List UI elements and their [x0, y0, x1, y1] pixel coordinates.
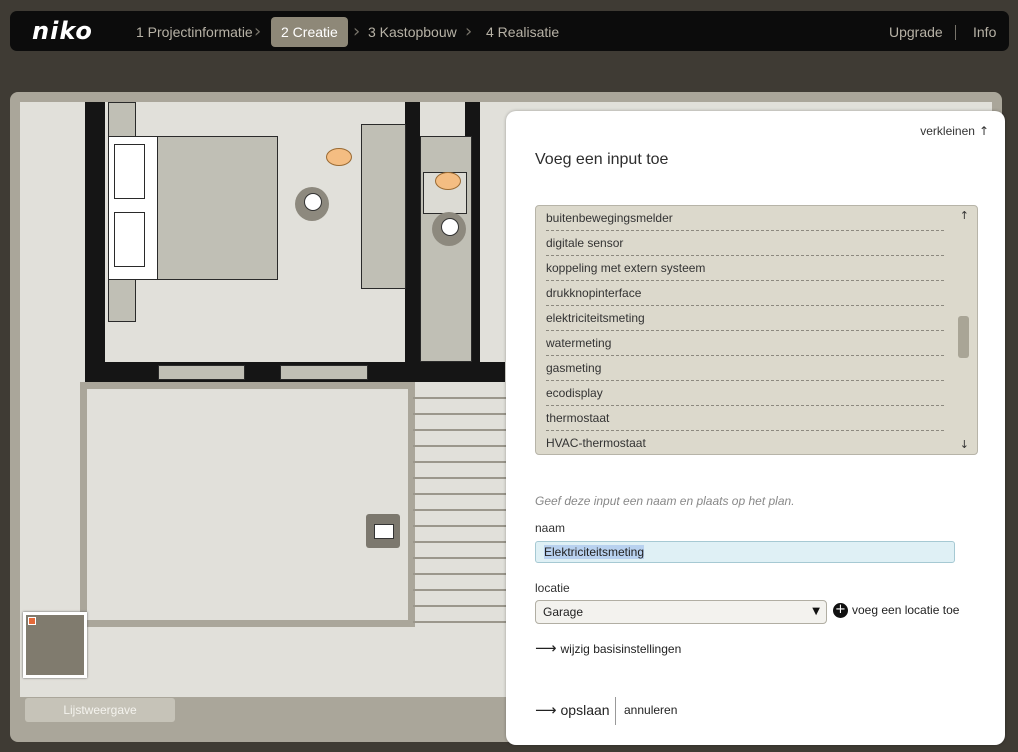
- top-navigation-bar: niko 1 Projectinformatie › 2 Creatie › 3…: [10, 11, 1009, 51]
- step-realisatie[interactable]: 4 Realisatie: [476, 17, 569, 47]
- step-projectinformatie[interactable]: 1 Projectinformatie: [126, 17, 263, 47]
- divider: [955, 25, 956, 40]
- niko-logo: niko: [32, 17, 93, 45]
- arrow-right-icon: ⟶: [535, 701, 557, 719]
- electricity-meter-icon[interactable]: [366, 514, 400, 548]
- add-location-label: voeg een locatie toe: [852, 603, 960, 617]
- minimap-thumbnail[interactable]: [23, 612, 87, 678]
- window: [280, 365, 368, 380]
- list-item[interactable]: digitale sensor: [546, 231, 944, 256]
- speech-bubble-icon[interactable]: [435, 172, 461, 190]
- location-label: locatie: [535, 581, 570, 595]
- divider: [615, 697, 616, 725]
- info-link[interactable]: Info: [973, 17, 996, 47]
- chevron-right-icon: ›: [254, 21, 262, 42]
- plus-circle-icon: +: [833, 603, 848, 619]
- upgrade-link[interactable]: Upgrade: [889, 17, 943, 47]
- location-select[interactable]: Garage ▼: [535, 600, 827, 624]
- garage-wall: [80, 620, 415, 627]
- list-view-button[interactable]: Lijstweergave: [25, 698, 175, 722]
- panel-title: Voeg een input toe: [535, 151, 669, 168]
- basic-settings-label: wijzig basisinstellingen: [560, 642, 682, 656]
- wall: [85, 102, 105, 382]
- cabinet: [361, 124, 406, 289]
- list-item[interactable]: gasmeting: [546, 356, 944, 381]
- scroll-up-icon[interactable]: ↑: [960, 209, 969, 222]
- window: [158, 365, 245, 380]
- list-item[interactable]: watermeting: [546, 331, 944, 356]
- list-item[interactable]: elektriciteitsmeting: [546, 306, 944, 331]
- scroll-down-icon[interactable]: ↓: [960, 438, 969, 451]
- list-item[interactable]: drukknopinterface: [546, 281, 944, 306]
- list-item[interactable]: buitenbewegingsmelder: [546, 206, 944, 231]
- name-label: naam: [535, 521, 566, 535]
- name-input[interactable]: Elektriciteitsmeting: [535, 541, 955, 563]
- list-item[interactable]: koppeling met extern systeem: [546, 256, 944, 281]
- list-item[interactable]: ecodisplay: [546, 381, 944, 406]
- instruction-hint: Geef deze input een naam en plaats op he…: [535, 494, 795, 508]
- save-label: opslaan: [560, 702, 610, 718]
- pillow: [114, 144, 145, 199]
- list-item[interactable]: thermostaat: [546, 406, 944, 431]
- speech-bubble-icon[interactable]: [326, 148, 352, 166]
- pillow: [114, 212, 145, 267]
- save-button[interactable]: ⟶ opslaan: [535, 701, 610, 719]
- step-kastopbouw[interactable]: 3 Kastopbouw: [358, 17, 467, 47]
- garage-wall: [80, 382, 87, 627]
- collapse-panel-button[interactable]: verkleinen ↑: [920, 124, 989, 138]
- cancel-button[interactable]: annuleren: [624, 703, 677, 717]
- step-creatie[interactable]: 2 Creatie: [271, 17, 348, 47]
- add-input-panel: verkleinen ↑ Voeg een input toe buitenbew…: [506, 111, 1005, 745]
- change-basic-settings-link[interactable]: ⟶ wijzig basisinstellingen: [535, 639, 681, 657]
- kitchen-counter: [420, 136, 472, 362]
- name-input-value: Elektriciteitsmeting: [544, 545, 645, 559]
- minimap-marker: [28, 617, 36, 625]
- chevron-right-icon: ›: [465, 21, 473, 42]
- collapse-label: verkleinen: [920, 124, 975, 138]
- list-item[interactable]: HVAC-thermostaat: [546, 431, 944, 454]
- caret-down-icon: ▼: [812, 606, 820, 617]
- arrow-right-icon: ⟶: [535, 639, 557, 657]
- light-bulb-icon[interactable]: [432, 212, 466, 246]
- location-select-value: Garage: [543, 605, 584, 619]
- arrow-up-icon: ↑: [978, 124, 989, 138]
- input-type-list[interactable]: buitenbewegingsmelder digitale sensor ko…: [535, 205, 978, 455]
- add-location-button[interactable]: + voeg een locatie toe: [833, 603, 960, 619]
- wall: [405, 102, 420, 382]
- light-bulb-icon[interactable]: [295, 187, 329, 221]
- scrollbar-thumb[interactable]: [958, 316, 969, 358]
- garage-wall: [80, 382, 415, 389]
